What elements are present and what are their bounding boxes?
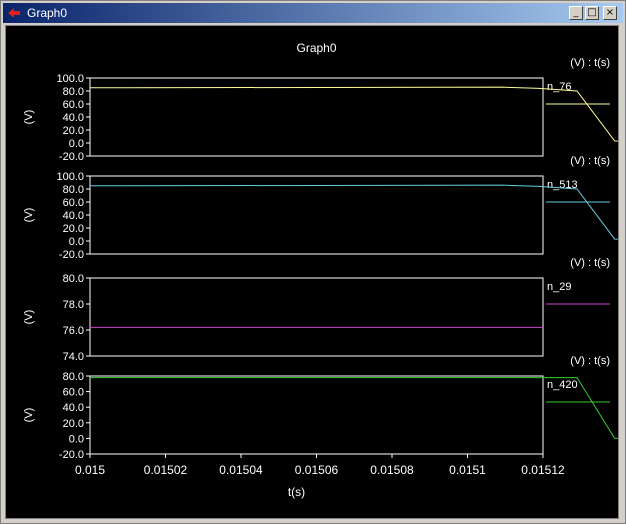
x-tick-label: 0.0151 — [449, 463, 486, 477]
y-tick-label: 0.0 — [69, 433, 84, 445]
y-axis-label: (V) — [23, 310, 35, 325]
units-label: (V) : t(s) — [570, 57, 610, 69]
x-tick-label: 0.01512 — [521, 463, 565, 477]
minimize-button[interactable]: _ — [569, 6, 583, 20]
series-line-n_420 — [90, 377, 626, 439]
title-bar[interactable]: Graph0 _ □ × — [3, 3, 623, 23]
y-axis-label: (V) — [23, 208, 35, 223]
x-tick-label: 0.01504 — [219, 463, 263, 477]
y-tick-label: -20.0 — [59, 449, 84, 461]
legend-label: n_76 — [547, 81, 571, 93]
app-icon — [8, 8, 20, 18]
y-tick-label: 80.0 — [63, 86, 84, 98]
x-tick-label: 0.01502 — [144, 463, 188, 477]
series-line-n_76 — [90, 86, 626, 143]
graph-window: Graph0 _ □ × Graph0 100.0 80.0 60.0 40.0 20.0… — [0, 0, 626, 524]
y-tick-label: 74.0 — [63, 351, 84, 363]
y-tick-label: 20.0 — [63, 223, 84, 235]
close-button[interactable]: × — [603, 6, 617, 20]
series-line-n_513 — [90, 184, 626, 241]
y-tick-label: 40.0 — [63, 210, 84, 222]
y-tick-label: 60.0 — [63, 197, 84, 209]
window-title: Graph0 — [27, 6, 68, 20]
y-tick-label: 100.0 — [56, 171, 84, 183]
legend-label: n_420 — [547, 379, 578, 391]
chart-title: Graph0 — [296, 41, 336, 55]
y-tick-label: 76.0 — [63, 325, 84, 337]
y-tick-label: 80.0 — [63, 273, 84, 285]
y-tick-label: 20.0 — [63, 125, 84, 137]
panel-2-frame — [89, 175, 544, 255]
x-tick-label: 0.01506 — [295, 463, 339, 477]
units-label: (V) : t(s) — [570, 355, 610, 367]
units-label: (V) : t(s) — [570, 257, 610, 269]
panel-3-frame — [89, 277, 544, 357]
maximize-button[interactable]: □ — [585, 6, 599, 20]
x-tick-label: 0.01508 — [370, 463, 414, 477]
y-tick-label: 80.0 — [63, 184, 84, 196]
y-tick-label: 100.0 — [56, 73, 84, 85]
legend-label: n_29 — [547, 281, 571, 293]
y-tick-label: 80.0 — [63, 371, 84, 383]
chart-svg[interactable]: Graph0100.080.060.040.020.00.0-20.0(V)(V… — [6, 26, 626, 518]
y-tick-label: -20.0 — [59, 151, 84, 163]
y-tick-label: 60.0 — [63, 99, 84, 111]
units-label: (V) : t(s) — [570, 155, 610, 167]
y-axis-label: (V) — [23, 110, 35, 125]
y-tick-label: 40.0 — [63, 112, 84, 124]
graph-area: Graph0 100.0 80.0 60.0 40.0 20.0 0.0 -20.0 (V) (V… — [5, 25, 626, 519]
panel-4-frame — [89, 375, 544, 455]
y-axis-label: (V) — [23, 408, 35, 423]
y-tick-label: 0.0 — [69, 138, 84, 150]
y-tick-label: 0.0 — [69, 236, 84, 248]
x-tick-label: 0.015 — [75, 463, 105, 477]
panel-1-frame — [89, 77, 544, 157]
y-tick-label: -20.0 — [59, 249, 84, 261]
x-axis-label: t(s) — [288, 485, 305, 499]
y-tick-label: 20.0 — [63, 418, 84, 430]
y-tick-label: 60.0 — [63, 387, 84, 399]
y-tick-label: 78.0 — [63, 299, 84, 311]
y-tick-label: 40.0 — [63, 402, 84, 414]
